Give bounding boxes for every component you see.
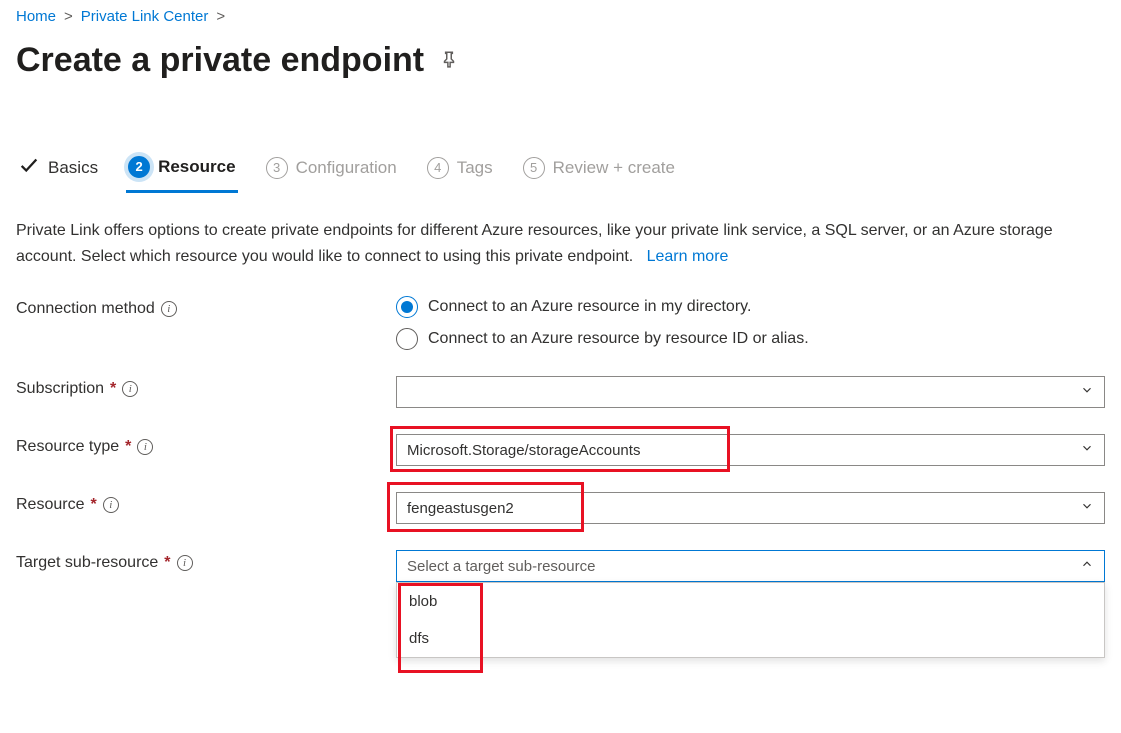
tab-basics[interactable]: Basics bbox=[16, 154, 100, 193]
description-text: Private Link offers options to create pr… bbox=[16, 222, 1053, 265]
option-dfs[interactable]: dfs bbox=[397, 620, 1104, 657]
tab-review-create[interactable]: 5 Review + create bbox=[521, 157, 677, 191]
tab-tags[interactable]: 4 Tags bbox=[425, 157, 495, 191]
chevron-right-icon: > bbox=[64, 8, 73, 25]
step-number: 5 bbox=[523, 157, 545, 179]
radio-connect-resourceid[interactable]: Connect to an Azure resource by resource… bbox=[396, 328, 1105, 350]
radio-connect-directory[interactable]: Connect to an Azure resource in my direc… bbox=[396, 296, 1105, 318]
target-sub-resource-dropdown[interactable]: Select a target sub-resource bbox=[396, 550, 1105, 582]
info-icon[interactable]: i bbox=[161, 301, 177, 317]
option-blob[interactable]: blob bbox=[397, 583, 1104, 620]
required-indicator: * bbox=[90, 496, 96, 514]
step-number: 2 bbox=[128, 156, 150, 178]
tab-label: Basics bbox=[48, 158, 98, 178]
breadcrumb: Home > Private Link Center > bbox=[16, 4, 1105, 33]
required-indicator: * bbox=[164, 554, 170, 572]
resource-dropdown[interactable]: fengeastusgen2 bbox=[396, 492, 1105, 524]
dropdown-placeholder: Select a target sub-resource bbox=[407, 558, 595, 575]
page-title: Create a private endpoint bbox=[16, 41, 424, 80]
target-sub-resource-label: Target sub-resource bbox=[16, 554, 158, 572]
dropdown-listbox: blob dfs bbox=[396, 582, 1105, 658]
chevron-up-icon bbox=[1080, 557, 1094, 575]
info-icon[interactable]: i bbox=[103, 497, 119, 513]
resource-type-label: Resource type bbox=[16, 438, 119, 456]
radio-input[interactable] bbox=[396, 328, 418, 350]
tab-label: Resource bbox=[158, 157, 235, 177]
chevron-down-icon bbox=[1080, 499, 1094, 517]
required-indicator: * bbox=[110, 380, 116, 398]
tab-resource[interactable]: 2 Resource bbox=[126, 156, 237, 193]
pin-icon[interactable] bbox=[440, 50, 458, 72]
tab-label: Tags bbox=[457, 158, 493, 178]
resource-type-dropdown[interactable]: Microsoft.Storage/storageAccounts bbox=[396, 434, 1105, 466]
tab-label: Review + create bbox=[553, 158, 675, 178]
learn-more-link[interactable]: Learn more bbox=[647, 248, 729, 265]
tab-configuration[interactable]: 3 Configuration bbox=[264, 157, 399, 191]
chevron-down-icon bbox=[1080, 383, 1094, 401]
radio-label: Connect to an Azure resource in my direc… bbox=[428, 298, 751, 316]
page-description: Private Link offers options to create pr… bbox=[16, 194, 1105, 270]
subscription-label: Subscription bbox=[16, 380, 104, 398]
radio-label: Connect to an Azure resource by resource… bbox=[428, 330, 809, 348]
tab-label: Configuration bbox=[296, 158, 397, 178]
step-number: 4 bbox=[427, 157, 449, 179]
check-icon bbox=[18, 154, 40, 181]
dropdown-value: Microsoft.Storage/storageAccounts bbox=[407, 442, 640, 459]
info-icon[interactable]: i bbox=[122, 381, 138, 397]
chevron-right-icon: > bbox=[216, 8, 225, 25]
wizard-tabs: Basics 2 Resource 3 Configuration 4 Tags… bbox=[16, 154, 1105, 194]
breadcrumb-private-link-center[interactable]: Private Link Center bbox=[81, 8, 209, 25]
info-icon[interactable]: i bbox=[177, 555, 193, 571]
subscription-dropdown[interactable] bbox=[396, 376, 1105, 408]
info-icon[interactable]: i bbox=[137, 439, 153, 455]
chevron-down-icon bbox=[1080, 441, 1094, 459]
dropdown-value: fengeastusgen2 bbox=[407, 500, 514, 517]
required-indicator: * bbox=[125, 438, 131, 456]
radio-input-selected[interactable] bbox=[396, 296, 418, 318]
connection-method-label: Connection method bbox=[16, 300, 155, 318]
breadcrumb-home[interactable]: Home bbox=[16, 8, 56, 25]
step-number: 3 bbox=[266, 157, 288, 179]
resource-label: Resource bbox=[16, 496, 84, 514]
